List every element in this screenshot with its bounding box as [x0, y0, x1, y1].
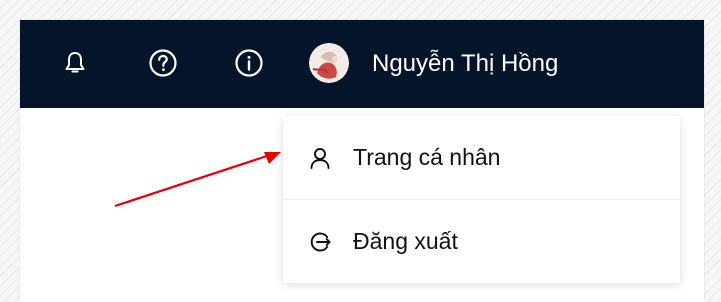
menu-item-logout[interactable]: Đăng xuất	[283, 200, 680, 283]
annotation-arrow	[114, 152, 281, 208]
help-circle-icon[interactable]	[146, 46, 180, 80]
top-header-bar: Nguyễn Thị Hồng	[20, 20, 704, 108]
avatar[interactable]	[309, 43, 349, 83]
user-dropdown-menu: Trang cá nhân Đăng xuất	[283, 116, 680, 283]
user-icon	[306, 144, 334, 172]
menu-item-profile[interactable]: Trang cá nhân	[283, 116, 680, 200]
menu-item-profile-label: Trang cá nhân	[353, 144, 501, 170]
info-circle-icon[interactable]	[232, 46, 266, 80]
menu-item-logout-label: Đăng xuất	[353, 228, 458, 254]
user-name[interactable]: Nguyễn Thị Hồng	[372, 47, 558, 81]
bell-icon[interactable]	[58, 46, 92, 80]
logout-icon	[306, 228, 334, 256]
